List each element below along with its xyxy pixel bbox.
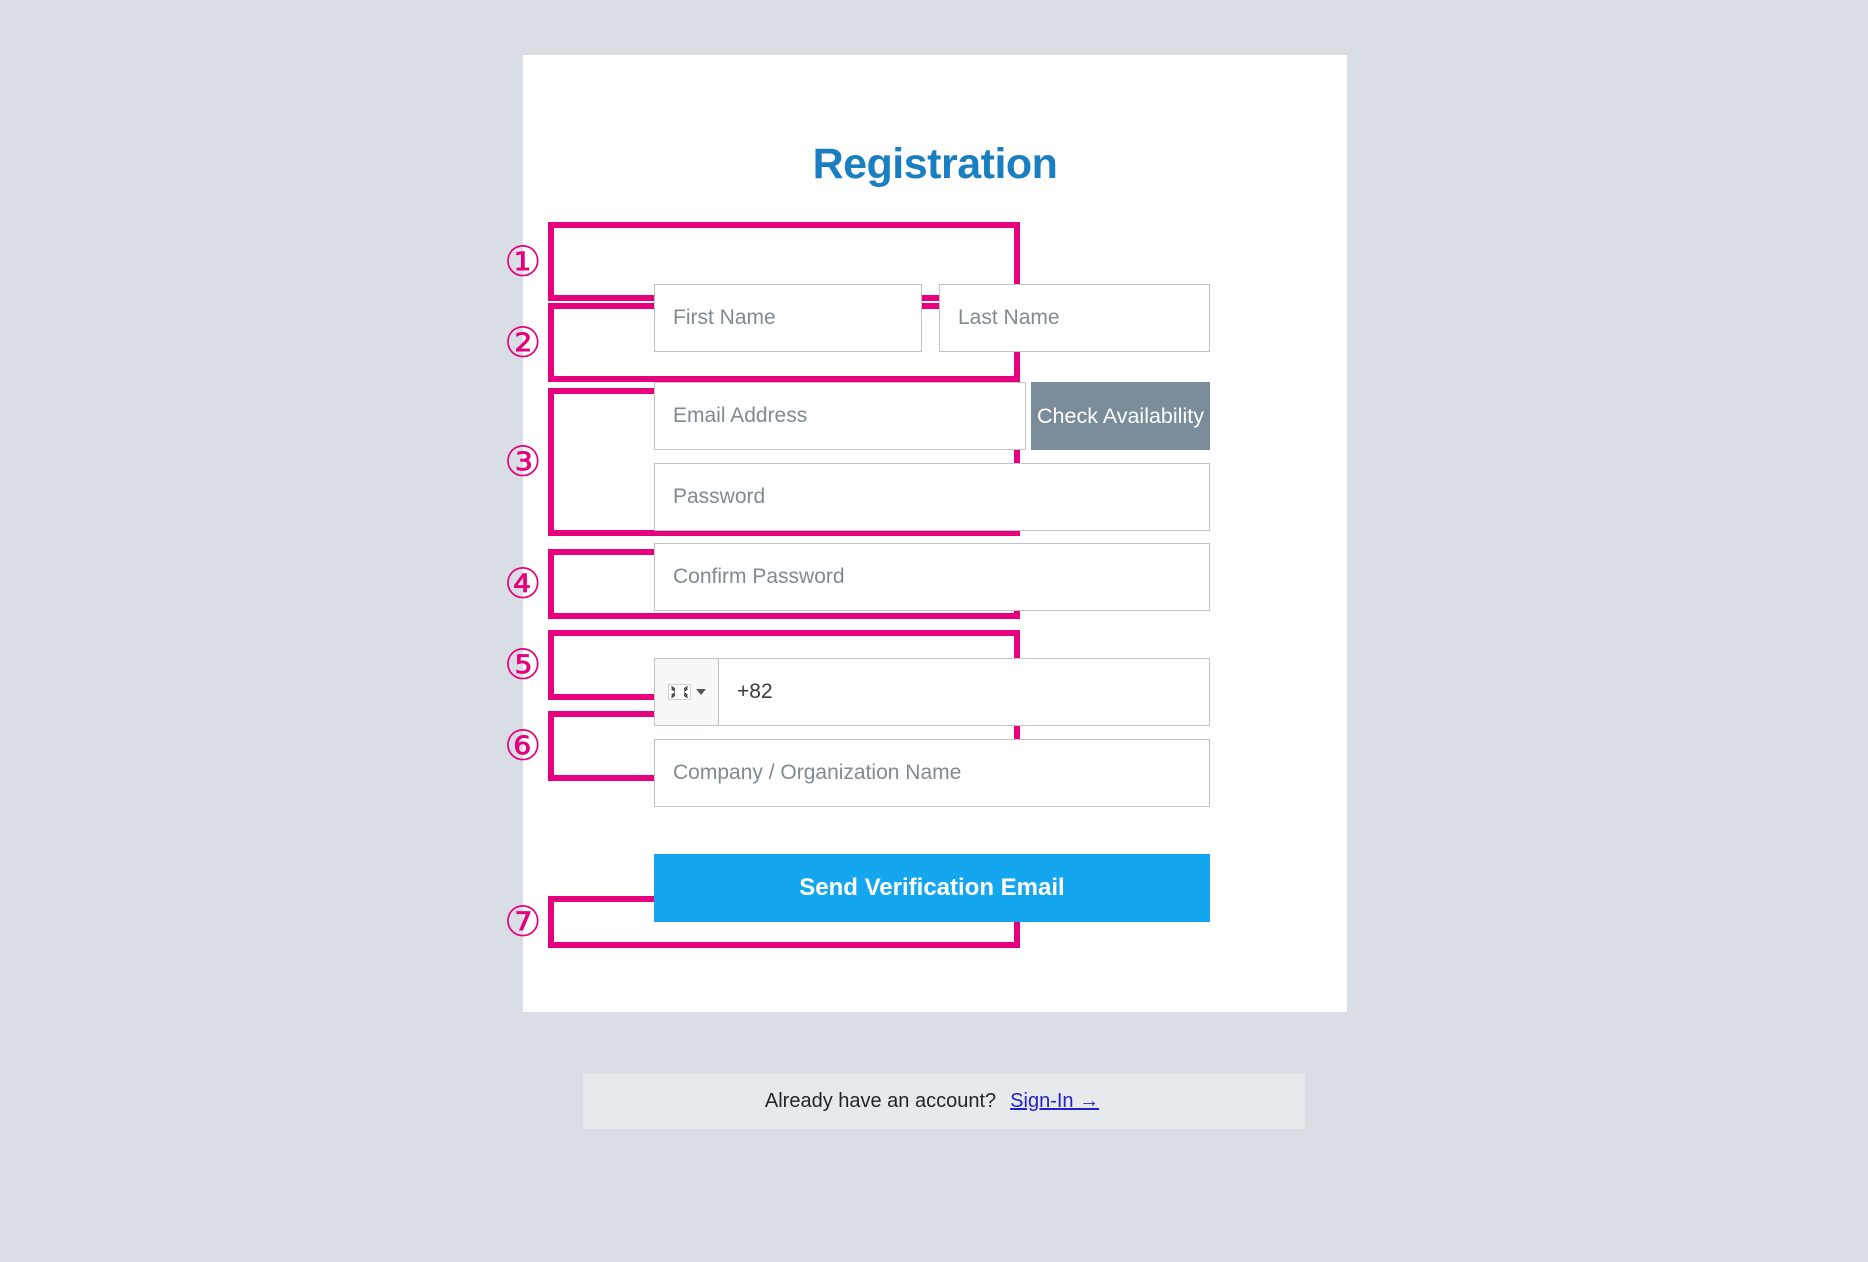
email-row: Check Availability: [654, 382, 1210, 450]
send-verification-email-button[interactable]: Send Verification Email: [654, 854, 1210, 922]
password-row: [654, 463, 1210, 611]
annotation-marker-2: ②: [504, 318, 542, 367]
phone-number-input[interactable]: [718, 658, 1210, 726]
south-korea-flag-icon: [667, 684, 691, 700]
annotation-marker-3: ③: [504, 437, 542, 486]
confirm-password-input[interactable]: [654, 543, 1210, 611]
last-name-input[interactable]: [939, 284, 1210, 352]
annotation-marker-6: ⑥: [504, 721, 542, 770]
page-title: Registration: [812, 140, 1058, 188]
footer-row: Already have an account? Sign-In →: [654, 1074, 1210, 1129]
already-have-account-label: Already have an account?: [764, 1090, 997, 1112]
company-name-input[interactable]: [654, 739, 1210, 807]
phone-row: [654, 658, 1210, 726]
name-row: [654, 284, 1210, 352]
password-input[interactable]: [654, 463, 1210, 531]
country-code-selector[interactable]: [654, 658, 718, 726]
chevron-down-icon: [695, 689, 706, 695]
company-row: [654, 739, 1210, 807]
annotation-marker-5: ⑤: [504, 640, 542, 689]
check-availability-button[interactable]: Check Availability: [1031, 382, 1210, 450]
email-input[interactable]: [654, 382, 1026, 450]
annotation-marker-4: ④: [504, 559, 542, 608]
annotation-marker-1: ①: [504, 237, 542, 286]
submit-row: Send Verification Email: [654, 854, 1210, 922]
first-name-input[interactable]: [654, 284, 922, 352]
annotation-marker-7: ⑦: [504, 897, 542, 946]
sign-in-link[interactable]: Sign-In →: [1010, 1090, 1099, 1113]
